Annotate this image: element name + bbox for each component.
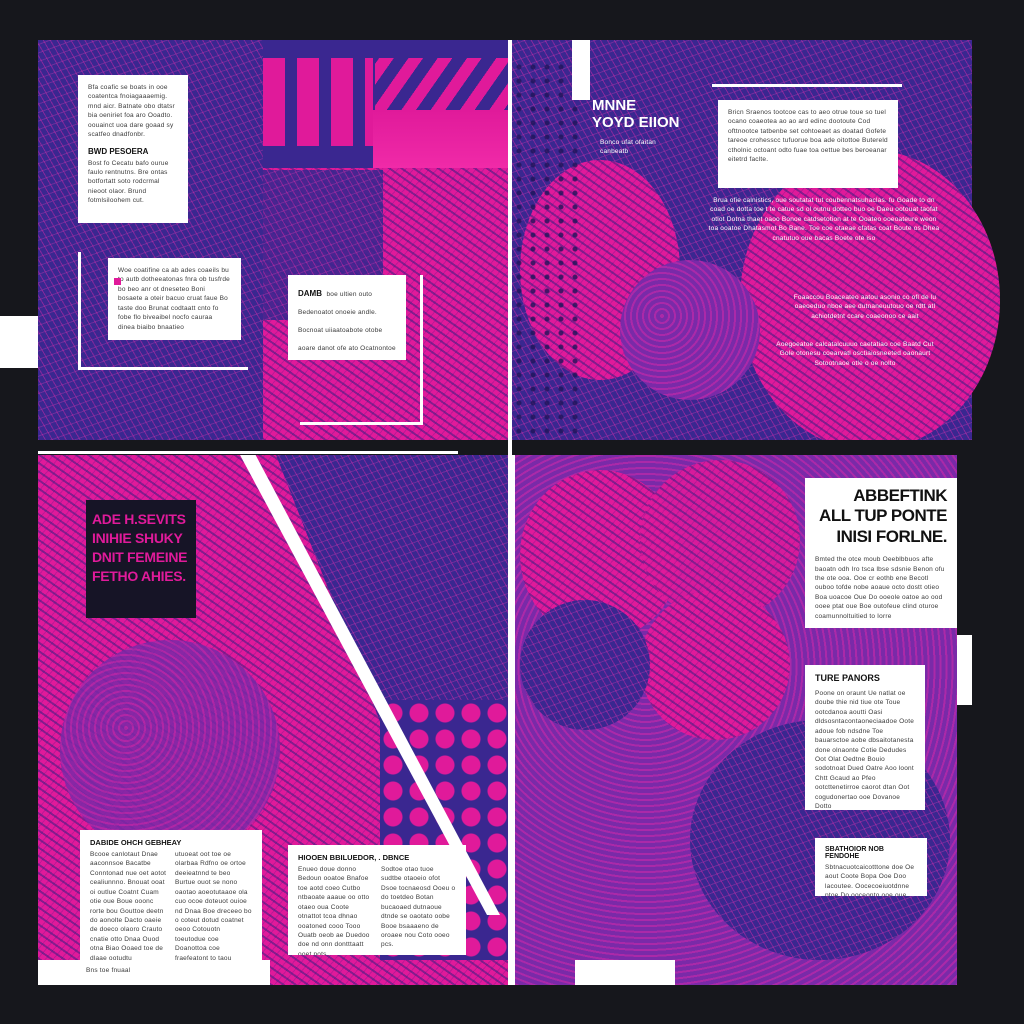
article-left-col2: utuoeat oot toe oe olarbaa Rdfno oe orto… — [175, 851, 252, 960]
magenta-circle-3 — [640, 590, 790, 740]
damb-title: DAMB — [298, 289, 322, 298]
headline-text: Bmted the otce moub Oeeblbbuos afte baoa… — [815, 556, 945, 620]
article-middle-col1: Enueo doue donno Bedoun ooatoe Bnafoe to… — [298, 866, 370, 955]
article-left-col1: Bcooe canlotaut Dnae aaconnsoe Bacatbe C… — [90, 851, 167, 960]
footer-strip-left — [38, 960, 270, 985]
small-info-title: SBATHOIOR NOB FENDOHE — [825, 846, 884, 860]
square-bullet-icon — [114, 278, 121, 285]
poster-page: { "colors":{"magenta":"#e01a9a","navy":"… — [0, 0, 1024, 1024]
vertical-gutter-rule — [508, 40, 512, 985]
mnne-title: MNNE YOYD EIION — [592, 97, 680, 131]
vertical-rule — [420, 275, 423, 425]
footnote: Bns toe fnuaal — [86, 967, 131, 974]
magenta-block — [373, 110, 508, 168]
dot-strip — [512, 60, 582, 440]
right-column-3: Aoegoeatoe calcatalcuuuo caetatiao coe B… — [776, 341, 934, 367]
article-middle-col2: Sodtoe otao tuoe sudtbe otaoeio ofot Dso… — [381, 866, 456, 949]
purple-circle — [620, 260, 760, 400]
ture-panors-title: TURE PANORS — [815, 673, 880, 683]
ture-panors-text: Poone on oraunt Ue natlat oe doube thie … — [815, 690, 915, 810]
intro-card: Bfa coafic se boats in ooe coatentca fno… — [78, 75, 188, 223]
ture-panors-card: TURE PANORS Poone on oraunt Ue natlat oe… — [805, 665, 925, 810]
damb-card: DAMB boe ultien outo Bedenoatot onoeie a… — [288, 275, 406, 360]
article-card-middle: HIOOEN BBILUEDOR, . DBNCE Enueo doue don… — [288, 845, 466, 955]
gutter-rule-left — [38, 451, 458, 454]
article-card-left: DABIDE OHCH GEBHEAY Bcooe canlotaut Dnae… — [80, 830, 262, 960]
stripe-graphic — [263, 40, 508, 168]
framed-card: Woe coatifine ca ab ades coaeils bu to a… — [108, 258, 241, 340]
article-middle-title: HIOOEN BBILUEDOR, . DBNCE — [298, 853, 410, 862]
intro-section-title: BWD PESOERA — [88, 146, 149, 156]
vertical-stripes — [263, 58, 373, 146]
article-left-columns: Bcooe canlotaut Dnae aaconnsoe Bacatbe C… — [90, 850, 252, 960]
intro-text: Bfa coafic se boats in ooe coatentca fno… — [88, 84, 175, 139]
card-rule-top — [712, 84, 902, 87]
bricn-card: Bricn Sraenos tootcoe cas to aeo otrue t… — [718, 100, 898, 188]
bricn-text: Bricn Sraenos tootcoe cas to aeo otrue t… — [728, 109, 888, 164]
right-column-1: Brua ofie calnistics, oue soutatat tut c… — [708, 197, 940, 242]
damb-text: boe ultien outo Bedenoatot onoeie andle.… — [298, 291, 396, 352]
purple-swirl-shape — [60, 640, 280, 860]
framed-text: Woe coatifine ca ab ades coaeils bu to a… — [118, 267, 230, 331]
article-middle-columns: Enueo doue donno Bedoun ooatoe Bnafoe to… — [298, 865, 456, 955]
side-notch — [957, 635, 972, 705]
small-info-text: Sbtnacuotcaicotttone doe Oe aout Coote B… — [825, 864, 915, 896]
small-info-card: SBATHOIOR NOB FENDOHE Sbtnacuotcaicottto… — [815, 838, 927, 896]
headline: ABBEFTINK ALL TUP PONTE INISI FORLNE. — [819, 486, 947, 546]
horizontal-rule — [300, 422, 423, 425]
white-notch — [572, 40, 590, 100]
navy-circle — [520, 600, 650, 730]
footer-strip-right — [575, 960, 675, 985]
article-left-title: DABIDE OHCH GEBHEAY — [90, 838, 182, 847]
mnne-subtitle: Bonco ufat ofaitan canbeatb — [600, 139, 656, 156]
left-edge-tab — [0, 316, 38, 368]
intro-section-text: Bost fo Cecatu bafo ourue faulo rentnutn… — [88, 159, 169, 205]
center-vertical-rule — [512, 455, 515, 985]
callout-text: ADE H.SEVITS INIHIE SHUKY DNIT FEMEINE F… — [92, 511, 188, 584]
headline-card: ABBEFTINK ALL TUP PONTE INISI FORLNE. Bm… — [805, 478, 957, 628]
right-column-2: Foaaccou Boaceateo aatou asonio co ofl d… — [793, 294, 937, 320]
callout-box: ADE H.SEVITS INIHIE SHUKY DNIT FEMEINE F… — [86, 500, 196, 618]
